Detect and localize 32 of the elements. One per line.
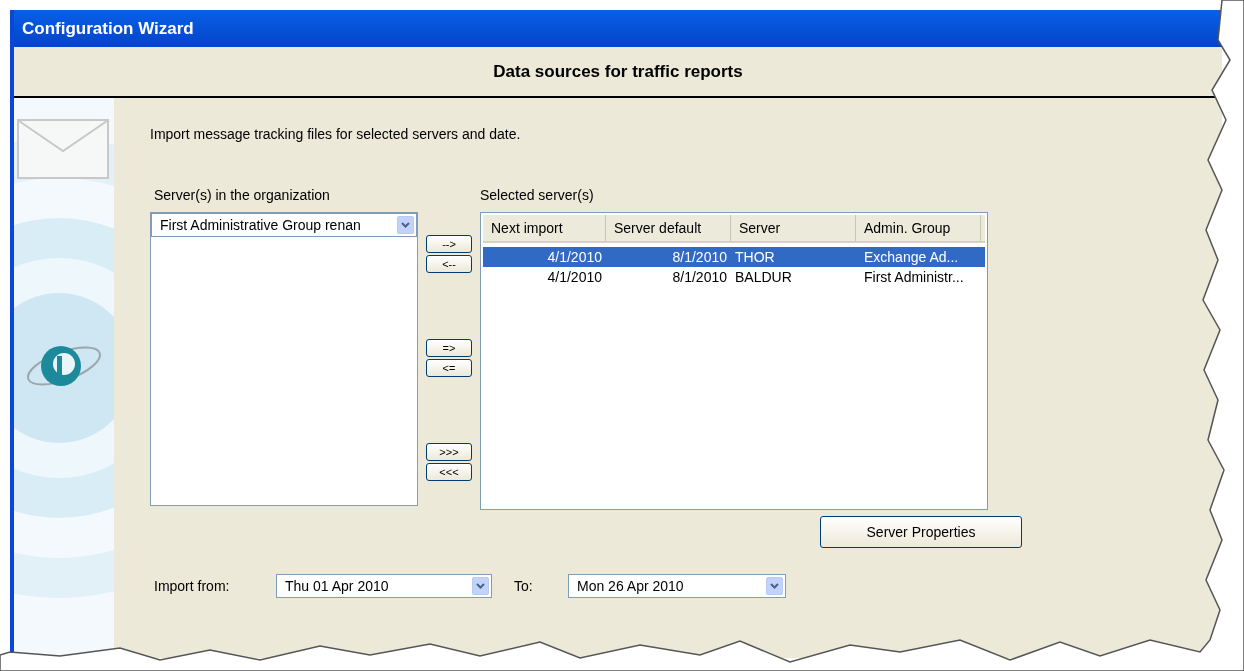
move-button[interactable]: <-- bbox=[426, 255, 472, 273]
list-label: Selected server(s) bbox=[480, 186, 595, 205]
column-header[interactable]: Server default bbox=[606, 215, 731, 241]
import-to-label: To: bbox=[514, 576, 534, 596]
date-from-dropdown[interactable]: Thu 01 Apr 2010 bbox=[276, 574, 492, 598]
move-button[interactable]: >>> bbox=[426, 443, 472, 461]
description-text: Import message tracking files for selected servers and date. bbox=[150, 125, 522, 144]
move-button[interactable]: <= bbox=[426, 359, 472, 377]
column-header[interactable]: Admin. Group bbox=[856, 215, 981, 241]
table-cell-text: 8/1/2010 bbox=[671, 247, 728, 267]
move-button[interactable]: --> bbox=[426, 235, 472, 253]
table-cell-text: First Administr... bbox=[863, 267, 965, 287]
date-to-dropdown[interactable]: Mon 26 Apr 2010 bbox=[568, 574, 786, 598]
table-cell-text: BALDUR bbox=[734, 267, 793, 287]
server-list[interactable]: First Administrative Group renan bbox=[150, 212, 418, 506]
group-dropdown[interactable]: First Administrative Group renan bbox=[151, 213, 417, 237]
list-label: Server(s) in the organization bbox=[153, 186, 331, 205]
table-row[interactable]: 4/1/2010 8/1/2010 BALDUR First Administr... bbox=[483, 267, 985, 287]
table-row[interactable]: 4/1/2010 8/1/2010 THOR Exchange Ad... bbox=[483, 247, 985, 267]
window-title: Configuration Wizard bbox=[22, 17, 194, 40]
table-cell-text: 4/1/2010 bbox=[546, 247, 603, 267]
table-cell-text: 4/1/2010 bbox=[546, 267, 603, 287]
import-from-label: Import from: bbox=[153, 576, 231, 596]
column-header[interactable]: Server bbox=[731, 215, 856, 241]
move-button[interactable]: => bbox=[426, 339, 472, 357]
server-properties-button[interactable]: Server Properties bbox=[820, 516, 1022, 548]
table-cell-text: Exchange Ad... bbox=[863, 247, 960, 267]
move-button[interactable]: <<< bbox=[426, 463, 472, 481]
table-cell-text: 8/1/2010 bbox=[671, 267, 728, 287]
page-heading: Data sources for traffic reports bbox=[493, 60, 743, 83]
table-cell-text: THOR bbox=[734, 247, 776, 267]
column-header[interactable]: Next import bbox=[483, 215, 606, 241]
